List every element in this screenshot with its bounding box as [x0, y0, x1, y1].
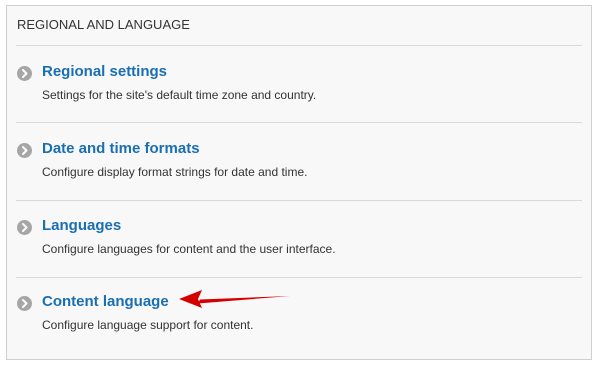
divider — [16, 200, 582, 201]
chevron-right-circle-icon — [17, 143, 32, 158]
divider — [16, 45, 582, 46]
chevron-right-circle-icon — [17, 296, 32, 311]
languages-description: Configure languages for content and the … — [42, 242, 336, 256]
regional-settings-link[interactable]: Regional settings — [42, 63, 167, 80]
date-time-formats-link[interactable]: Date and time formats — [42, 140, 200, 157]
divider — [16, 277, 582, 278]
regional-language-panel: REGIONAL AND LANGUAGE Regional settings … — [6, 5, 592, 360]
divider — [16, 122, 582, 123]
chevron-right-circle-icon — [17, 66, 32, 81]
date-time-formats-description: Configure display format strings for dat… — [42, 165, 308, 179]
chevron-right-circle-icon — [17, 220, 32, 235]
content-language-link[interactable]: Content language — [42, 293, 169, 310]
languages-link[interactable]: Languages — [42, 217, 121, 234]
content-language-description: Configure language support for content. — [42, 318, 254, 332]
panel-title: REGIONAL AND LANGUAGE — [17, 17, 190, 32]
regional-settings-description: Settings for the site's default time zon… — [42, 88, 317, 102]
red-arrow-annotation-icon — [179, 290, 290, 308]
